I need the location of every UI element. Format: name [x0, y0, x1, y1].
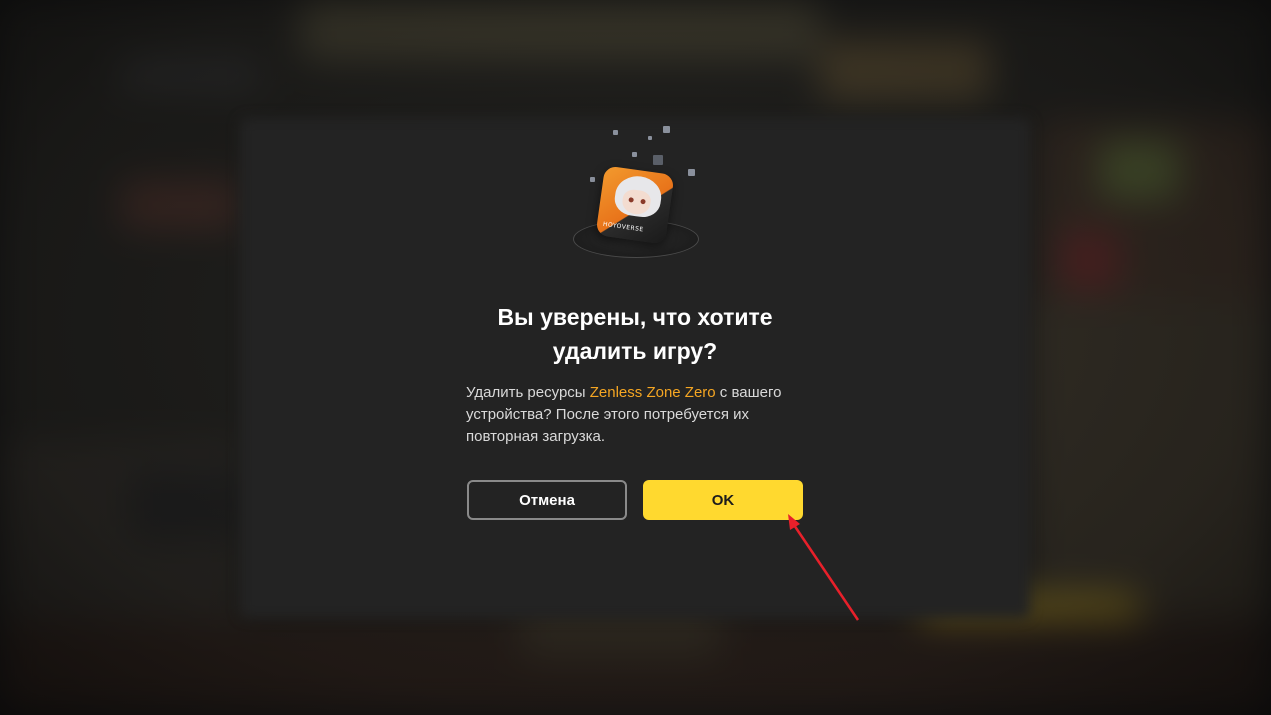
annotation-arrow-icon [788, 514, 860, 621]
launcher-window: HOYOVERSE Вы уверены, что хотите удалить… [0, 0, 1271, 715]
